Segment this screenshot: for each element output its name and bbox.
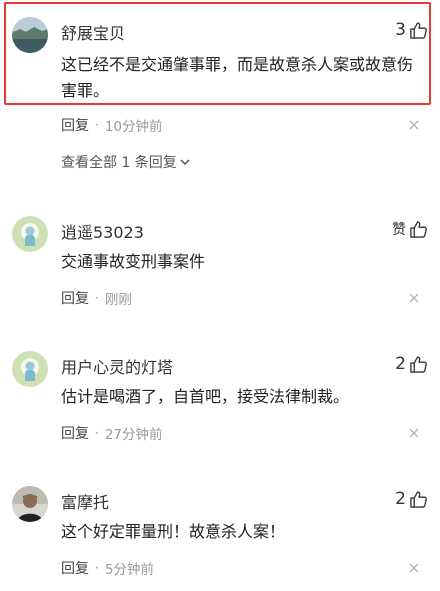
comment-meta: 回复 · 5分钟前 [61, 558, 154, 578]
chevron-down-icon [180, 159, 190, 166]
like-count: 2 [395, 354, 406, 374]
like-count: 3 [395, 20, 406, 40]
view-replies-link[interactable]: 查看全部 1 条回复 [61, 152, 190, 172]
separator-dot: · [95, 291, 99, 305]
separator-dot: · [95, 118, 99, 132]
timestamp: 刚刚 [104, 292, 132, 308]
comment-item: 舒展宝贝 3 这已经不是交通肇事罪，而是故意杀人案或故意伤害罪。 回复 · 10… [0, 0, 440, 180]
close-icon[interactable] [408, 427, 420, 439]
like-button[interactable]: 赞 [392, 219, 428, 239]
close-icon[interactable] [408, 562, 420, 574]
username[interactable]: 用户心灵的灯塔 [61, 354, 173, 378]
comment-meta: 回复 · 27分钟前 [61, 423, 163, 443]
timestamp: 27分钟前 [104, 427, 163, 443]
comment-meta: 回复 · 10分钟前 [61, 115, 163, 135]
reply-button[interactable]: 回复 [61, 115, 89, 135]
like-button[interactable]: 3 [395, 20, 428, 40]
comment-text: 估计是喝酒了，自首吧，接受法律制裁。 [61, 387, 350, 406]
like-label: 赞 [392, 222, 406, 238]
comment-item: 逍遥53023 赞 交通事故变刑事案件 回复 · 刚刚 [0, 200, 440, 320]
like-button[interactable]: 2 [395, 354, 428, 374]
reply-button[interactable]: 回复 [61, 288, 89, 308]
avatar[interactable] [12, 486, 48, 522]
like-count: 2 [395, 489, 406, 509]
comment-meta: 回复 · 刚刚 [61, 288, 132, 308]
timestamp: 5分钟前 [104, 562, 154, 578]
reply-button[interactable]: 回复 [61, 423, 89, 443]
comment-text: 这已经不是交通肇事罪，而是故意杀人案或故意伤害罪。 [61, 55, 414, 100]
like-button[interactable]: 2 [395, 489, 428, 509]
comment-text: 这个好定罪量刑！故意杀人案！ [61, 522, 286, 541]
close-icon[interactable] [408, 119, 420, 131]
comment-item: 富摩托 2 这个好定罪量刑！故意杀人案！ 回复 · 5分钟前 [0, 470, 440, 591]
username[interactable]: 逍遥53023 [61, 219, 144, 243]
comment-text: 交通事故变刑事案件 [61, 252, 206, 271]
comment-item: 用户心灵的灯塔 2 估计是喝酒了，自首吧，接受法律制裁。 回复 · 27分钟前 [0, 335, 440, 455]
avatar[interactable] [12, 216, 48, 252]
close-icon[interactable] [408, 292, 420, 304]
thumb-up-icon [410, 220, 427, 238]
separator-dot: · [95, 426, 99, 440]
view-replies-label: 查看全部 1 条回复 [61, 155, 177, 171]
username[interactable]: 富摩托 [61, 489, 109, 513]
timestamp: 10分钟前 [104, 119, 163, 135]
reply-button[interactable]: 回复 [61, 558, 89, 578]
avatar[interactable] [12, 17, 48, 53]
username[interactable]: 舒展宝贝 [61, 20, 125, 44]
thumb-up-icon [410, 490, 427, 508]
thumb-up-icon [410, 355, 427, 373]
separator-dot: · [95, 561, 99, 575]
thumb-up-icon [410, 21, 427, 39]
avatar[interactable] [12, 351, 48, 387]
